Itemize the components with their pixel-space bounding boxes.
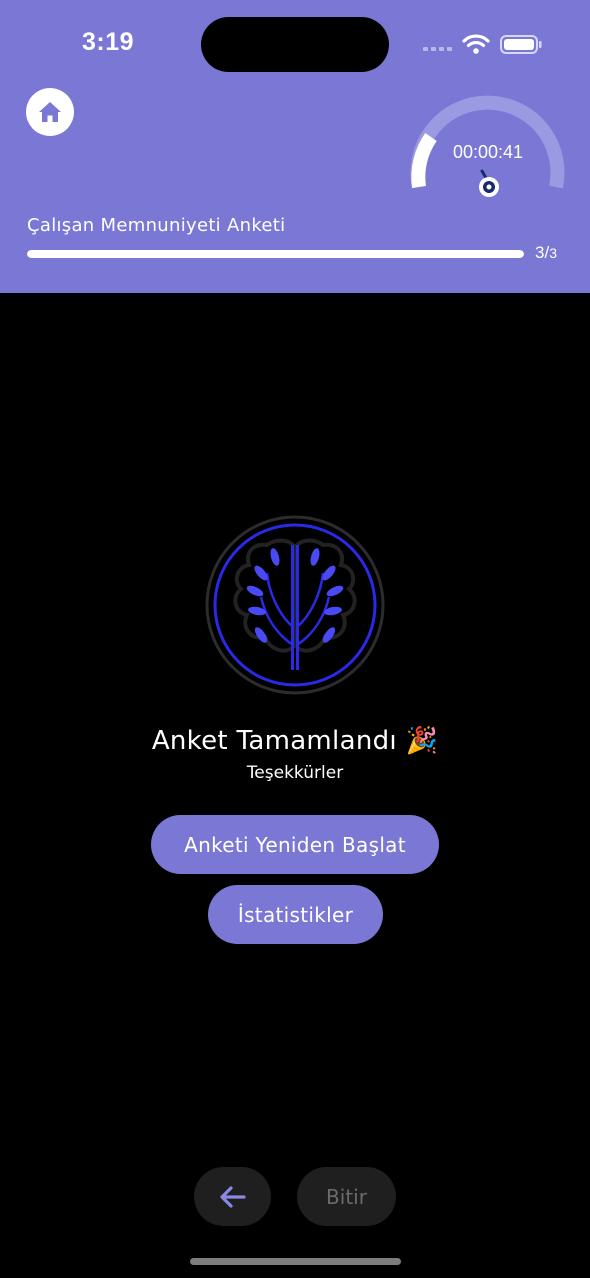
- survey-title: Çalışan Memnuniyeti Anketi: [27, 215, 286, 236]
- wifi-dot: [473, 48, 479, 54]
- completion-subtitle: Teşekkürler: [246, 763, 344, 783]
- completion-title: Anket Tamamlandı 🎉: [151, 726, 439, 756]
- progress-bar: [27, 250, 524, 258]
- header-bar: 3:19 00:00:41 Çalışan Memnuniyeti Anketi…: [0, 0, 590, 293]
- arrow-left-icon: [219, 1185, 246, 1208]
- back-button[interactable]: [194, 1167, 271, 1226]
- timer-readout: 00:00:41: [452, 142, 524, 162]
- brain-tree-logo: [205, 515, 385, 695]
- dynamic-island: [201, 17, 389, 72]
- home-icon: [39, 102, 61, 122]
- wifi-icon: [462, 34, 490, 48]
- battery-icon: [500, 35, 542, 54]
- progress-count: 3/3: [535, 243, 557, 263]
- finish-button[interactable]: Bitir: [297, 1167, 396, 1226]
- home-button[interactable]: [26, 88, 74, 136]
- status-time: 3:19: [82, 28, 135, 56]
- statistics-button[interactable]: İstatistikler: [208, 885, 383, 944]
- cellular-signal-icon: [423, 47, 452, 51]
- progress-total: 3: [549, 245, 557, 261]
- status-icons: [423, 34, 542, 54]
- restart-survey-button[interactable]: Anketi Yeniden Başlat: [151, 815, 439, 874]
- progress-fill: [27, 250, 524, 258]
- timer-knob-icon: [479, 169, 499, 197]
- home-indicator: [190, 1258, 401, 1265]
